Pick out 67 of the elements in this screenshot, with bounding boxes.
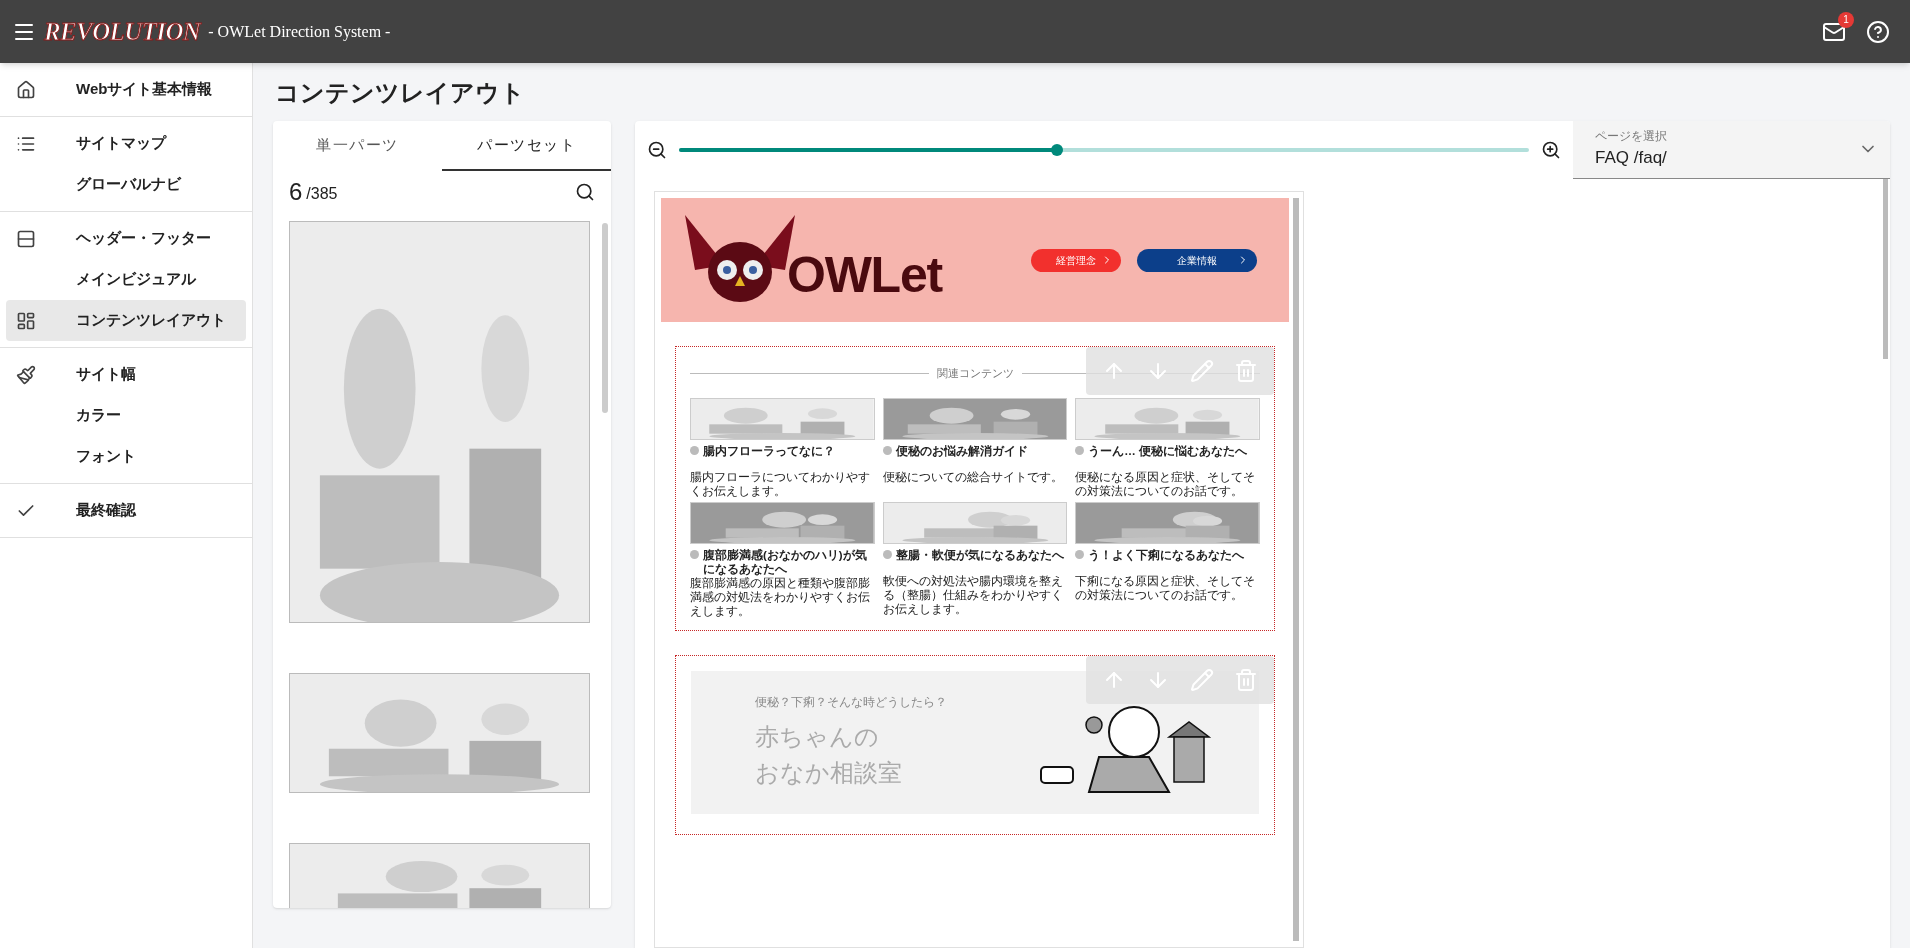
card-text: 腸内フローラについてわかりやすくお伝えします。 [690,469,871,498]
zoom-in-icon [1541,140,1561,160]
sidebar-item[interactable]: フォント [6,436,246,477]
bullet-icon [882,445,892,455]
delete-icon[interactable] [1234,359,1258,383]
card-title[interactable]: 便秘のお悩み解消ガイド [895,443,1028,458]
edit-icon[interactable] [1190,359,1214,383]
sidebar-item[interactable]: メインビジュアル [6,259,246,300]
sidebar-item[interactable]: ヘッダー・フッター [6,218,246,259]
sidebar-item[interactable]: グローバルナビ [6,164,246,205]
card-title[interactable]: 整腸・軟便が気になるあなたへ [895,547,1064,562]
card-text: 軟便への対処法や腸内環境を整える（整腸）仕組みをわかりやすくお伝えします。 [882,573,1064,616]
bullet-icon [882,549,892,559]
zoom-in-button[interactable] [1541,140,1561,160]
site-logo: OWLet [787,245,942,305]
selected-count: 6 [289,177,303,207]
slider-thumb[interactable] [1051,144,1064,156]
total-count: /385 [306,184,338,204]
content-block[interactable] [675,346,1275,631]
notification-badge: 1 [1838,11,1854,28]
rows-icon [16,228,36,249]
zoom-out-icon [647,140,667,160]
page-title: コンテンツレイアウト [275,78,526,108]
hero-title-line: おなか相談室 [755,758,903,788]
card-text: 便秘についての総合サイトです。 [882,469,1064,485]
section-heading: 関連コンテンツ [936,366,1014,381]
hero-title-line: 赤ちゃんの [755,722,880,752]
card-title[interactable]: 腹部膨満感(おなかのハリ)が気になるあなたへ [703,547,875,576]
card-title[interactable]: う！よく下痢になるあなたへ [1088,547,1245,562]
tab[interactable]: 単一パーツ [273,121,442,171]
delete-icon[interactable] [1234,667,1258,692]
help-icon [1866,19,1890,44]
scrollbar[interactable] [602,223,608,413]
zoom-out-button[interactable] [647,140,667,160]
tab[interactable]: パーツセット [442,121,611,171]
search-button[interactable] [575,182,595,202]
help-button[interactable] [1866,19,1890,44]
page-select[interactable]: ページを選択 FAQ /faq/ [1573,121,1890,179]
site-nav-button[interactable]: 企業情報 [1137,248,1257,272]
sidebar-item[interactable]: コンテンツレイアウト [6,300,246,341]
page-select-label: ページを選択 [1595,128,1668,145]
scrollbar[interactable] [1883,179,1888,359]
layout-icon [16,310,36,331]
sidebar-item[interactable]: サイトマップ [6,123,246,164]
card-text: 腹部膨満感の原因と種類や腹部膨満感の対処法をわかりやすくお伝えします。 [690,576,871,618]
search-icon [575,182,595,202]
card-text: 便秘になる原因と症状、そしてその対策法についてのお話です。 [1075,469,1257,498]
page-select-value: FAQ /faq/ [1595,147,1668,169]
sidebar-item[interactable]: カラー [6,395,246,436]
card-title[interactable]: 腸内フローラってなに？ [703,443,835,458]
brush-icon [16,364,36,385]
bullet-icon [1075,549,1085,559]
scrollbar[interactable] [1293,198,1299,941]
sidebar-item[interactable]: Webサイト基本情報 [6,69,246,110]
bullet-icon [1075,445,1085,455]
app-logo: REVOLUTION [44,16,201,47]
bullet-icon [690,445,699,455]
app-subtitle: - OWLet Direction System - [208,21,391,43]
sidebar-item[interactable]: 最終確認 [6,490,246,531]
site-nav-button[interactable]: 経営理念 [1031,248,1121,272]
sidebar-item[interactable]: サイト幅 [6,354,246,395]
home-icon [16,79,36,100]
bullet-icon [690,549,699,559]
card-title[interactable]: うーん… 便秘に悩むあなたへ [1088,443,1248,458]
edit-icon[interactable] [1190,667,1214,692]
card-text: 下痢になる原因と症状、そしてその対策法についてのお話です。 [1075,573,1257,602]
hero-subtitle: 便秘？下痢？そんな時どうしたら？ [755,694,947,711]
